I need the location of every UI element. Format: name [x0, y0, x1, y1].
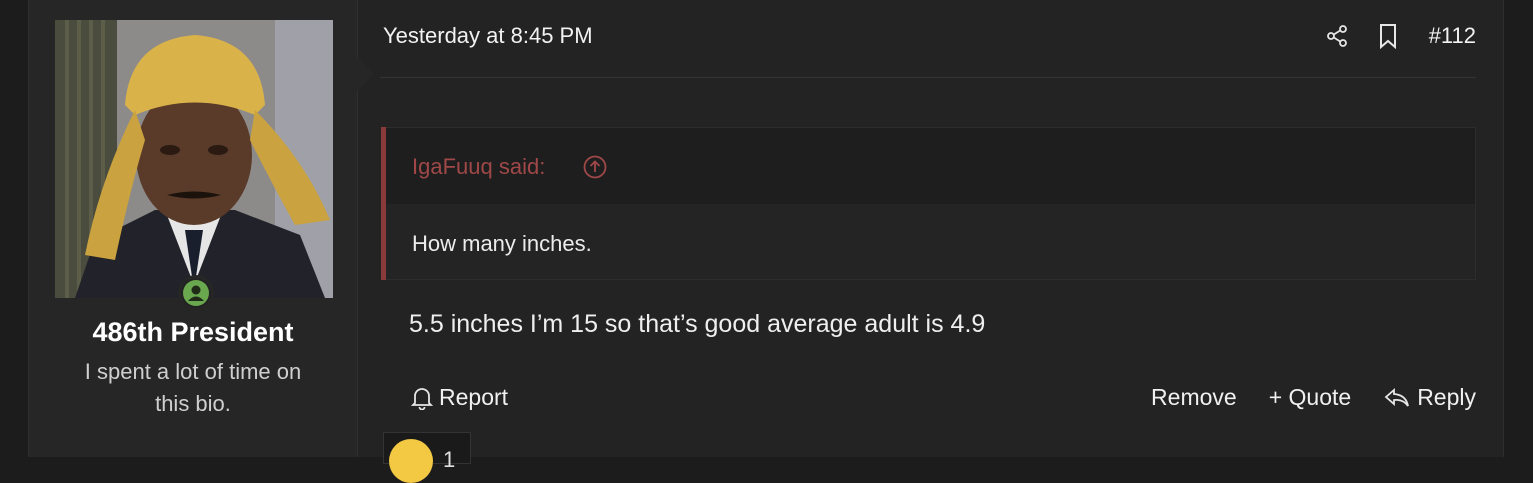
right-actions: Remove + Quote Reply [1119, 384, 1476, 411]
post-number-link[interactable]: #112 [1429, 23, 1476, 49]
share-icon[interactable] [1325, 24, 1349, 48]
quote-body: How many inches. [386, 204, 1475, 279]
reaction-count: 1 [443, 447, 456, 472]
bell-icon [411, 387, 433, 410]
quote-block: IgaFuuq said: How many inches. [381, 127, 1476, 280]
quote-author-link[interactable]: IgaFuuq said: [412, 154, 545, 180]
user-cell: 486th President I spent a lot of time on… [29, 0, 358, 457]
user-cell-arrow [356, 56, 374, 92]
reaction-badge[interactable]: 1 [383, 432, 471, 483]
post-date[interactable]: Yesterday at 8:45 PM [383, 23, 593, 49]
reply-label: Reply [1417, 384, 1476, 410]
post-main: Yesterday at 8:45 PM #112 IgaFuuq said: [380, 0, 1476, 457]
report-button[interactable]: Report [411, 384, 508, 411]
post-header: Yesterday at 8:45 PM #112 [380, 0, 1476, 78]
remove-label: Remove [1151, 384, 1237, 410]
reply-icon [1384, 387, 1410, 407]
laughing-emoji-icon [389, 439, 433, 483]
quote-label: + Quote [1268, 384, 1352, 410]
quote-header: IgaFuuq said: [386, 128, 1475, 204]
post-actions-bar: Report Remove + Quote Reply [380, 380, 1476, 416]
user-online-icon [183, 280, 209, 306]
avatar[interactable] [55, 20, 333, 298]
user-bio: I spent a lot of time on this bio. [84, 359, 302, 416]
reply-button[interactable]: Reply [1383, 384, 1476, 411]
report-label: Report [439, 384, 509, 410]
quote-button[interactable]: + Quote [1269, 384, 1351, 411]
remove-button[interactable]: Remove [1151, 384, 1237, 411]
bookmark-icon[interactable] [1376, 23, 1400, 50]
jump-to-quote-icon[interactable] [583, 155, 607, 179]
quote-text: How many inches. [412, 231, 592, 256]
online-status-badge [178, 275, 214, 311]
post-message: 5.5 inches I’m 15 so that’s good average… [409, 310, 986, 338]
username[interactable]: 486th President [29, 317, 357, 348]
